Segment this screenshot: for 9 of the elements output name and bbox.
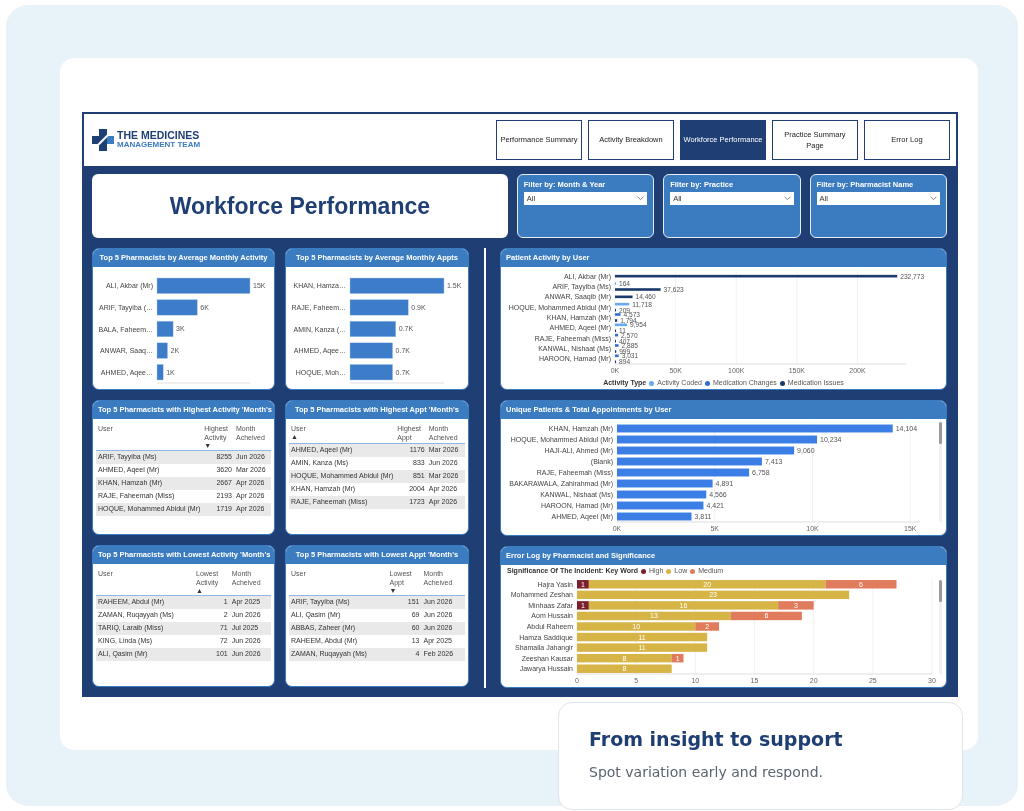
chevron-down-icon: [637, 196, 645, 202]
caption-text: Spot variation early and respond.: [589, 762, 824, 782]
cross-logo-icon: [92, 129, 114, 151]
chevron-down-icon: [930, 196, 937, 202]
logo-text: THE MEDICINES: [117, 130, 201, 141]
chevron-down-icon: [783, 196, 791, 202]
page-title: Workforce Performance: [92, 174, 508, 238]
logo-text: MANAGEMENT TEAM: [117, 140, 201, 150]
caption-heading: From insight to support: [589, 727, 844, 752]
